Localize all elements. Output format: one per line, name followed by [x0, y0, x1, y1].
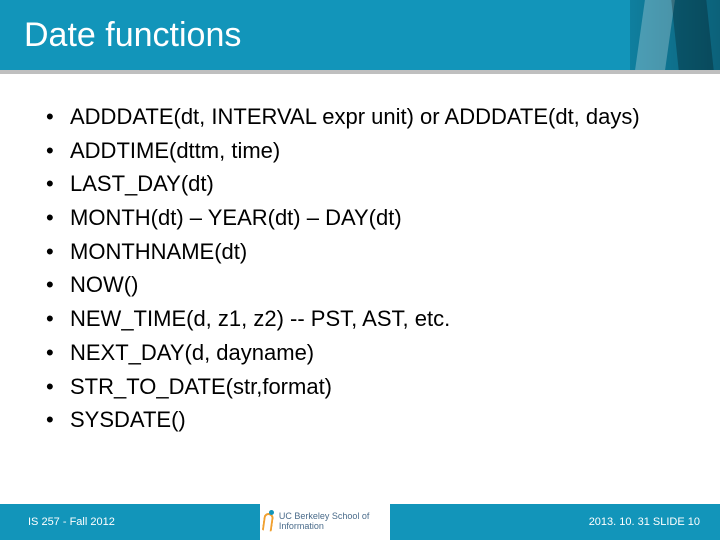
slide-footer: IS 257 - Fall 2012 UC Berkeley School of…	[0, 504, 720, 540]
list-item-text: NEW_TIME(d, z1, z2) -- PST, AST, etc.	[70, 306, 450, 331]
slide-header: Date functions	[0, 0, 720, 70]
list-item-text: MONTHNAME(dt)	[70, 239, 247, 264]
slide-number-label: 2013. 10. 31 SLIDE 10	[589, 516, 700, 528]
course-label: IS 257 - Fall 2012	[28, 516, 115, 528]
slide-title: Date functions	[24, 16, 241, 55]
list-item-text: NOW()	[70, 272, 138, 297]
list-item-text: NEXT_DAY(d, dayname)	[70, 340, 314, 365]
list-item: LAST_DAY(dt)	[40, 169, 680, 199]
footer-left: IS 257 - Fall 2012	[0, 504, 260, 540]
list-item: ADDTIME(dttm, time)	[40, 136, 680, 166]
list-item-text: SYSDATE()	[70, 407, 186, 432]
list-item: NOW()	[40, 270, 680, 300]
footer-right: 2013. 10. 31 SLIDE 10	[390, 504, 720, 540]
list-item: MONTHNAME(dt)	[40, 237, 680, 267]
list-item: NEXT_DAY(d, dayname)	[40, 338, 680, 368]
list-item: ADDDATE(dt, INTERVAL expr unit) or ADDDA…	[40, 102, 680, 132]
list-item-text: MONTH(dt) – YEAR(dt) – DAY(dt)	[70, 205, 402, 230]
list-item-text: STR_TO_DATE(str,format)	[70, 374, 332, 399]
bullet-list: ADDDATE(dt, INTERVAL expr unit) or ADDDA…	[40, 102, 680, 435]
ischool-logo-icon	[260, 511, 273, 533]
slide-body: ADDDATE(dt, INTERVAL expr unit) or ADDDA…	[0, 74, 720, 504]
brand-text: UC Berkeley School of Information	[279, 512, 390, 532]
footer-brand: UC Berkeley School of Information	[260, 504, 390, 540]
list-item: NEW_TIME(d, z1, z2) -- PST, AST, etc.	[40, 304, 680, 334]
list-item: STR_TO_DATE(str,format)	[40, 372, 680, 402]
list-item-text: ADDTIME(dttm, time)	[70, 138, 280, 163]
list-item-text: ADDDATE(dt, INTERVAL expr unit) or ADDDA…	[70, 104, 640, 129]
list-item: SYSDATE()	[40, 405, 680, 435]
list-item-text: LAST_DAY(dt)	[70, 171, 214, 196]
slide: Date functions ADDDATE(dt, INTERVAL expr…	[0, 0, 720, 540]
header-decoration	[630, 0, 720, 70]
list-item: MONTH(dt) – YEAR(dt) – DAY(dt)	[40, 203, 680, 233]
